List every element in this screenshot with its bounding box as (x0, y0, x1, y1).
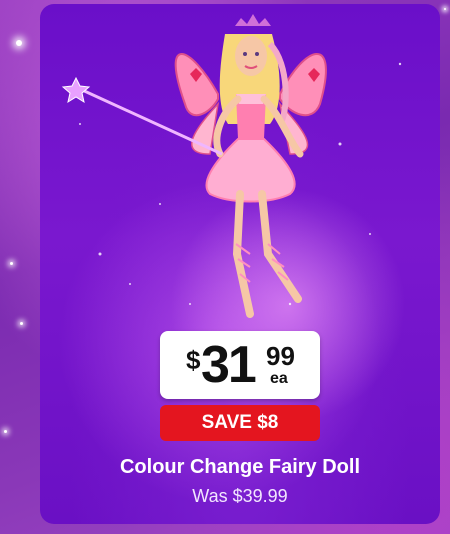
price-cents: 99 (266, 341, 295, 371)
sparkle-icon (10, 262, 13, 265)
price-unit: ea (270, 370, 288, 387)
fairy-doll-image (61, 14, 402, 318)
product-promo-card[interactable]: $ 31 99 ea SAVE $8 Colour Change Fairy D… (40, 4, 440, 524)
price-currency-symbol: $ (186, 345, 201, 375)
sparkle-icon (4, 430, 7, 433)
sparkle-icon (20, 322, 23, 325)
sparkle-icon (16, 40, 22, 46)
was-price: Was $39.99 (192, 486, 288, 506)
product-title[interactable]: Colour Change Fairy Doll (40, 456, 440, 479)
price-tag: $ 31 99 ea (160, 331, 320, 399)
save-badge: SAVE $8 (160, 405, 320, 441)
sparkle-icon (444, 8, 446, 10)
price-dollars: 31 (201, 336, 257, 394)
